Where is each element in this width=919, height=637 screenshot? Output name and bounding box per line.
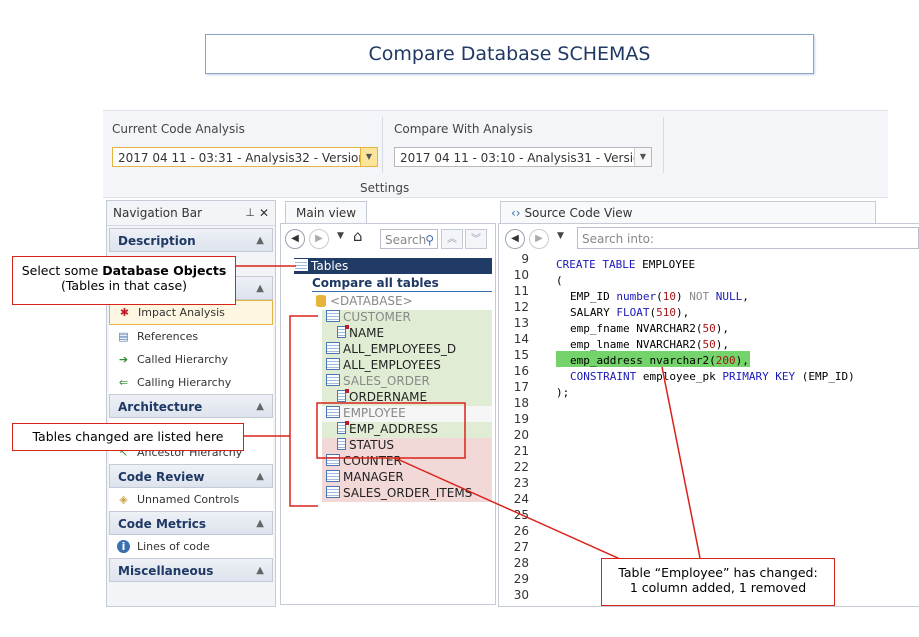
callout-bold-text: Database Objects [102,263,227,278]
callout-employee-changed: Table “Employee” has changed: 1 column a… [601,558,835,606]
callout-text: 1 column added, 1 removed [629,580,807,595]
annotation-overlay [236,265,701,569]
callout-select-objects: Select some Database Objects (Tables in … [12,256,236,305]
callout-text: (Tables in that case) [60,278,188,293]
callout-text: Select some [21,263,103,278]
callout-text: Table “Employee” has changed: [618,565,818,580]
callout-tables-changed: Tables changed are listed here [12,423,244,451]
